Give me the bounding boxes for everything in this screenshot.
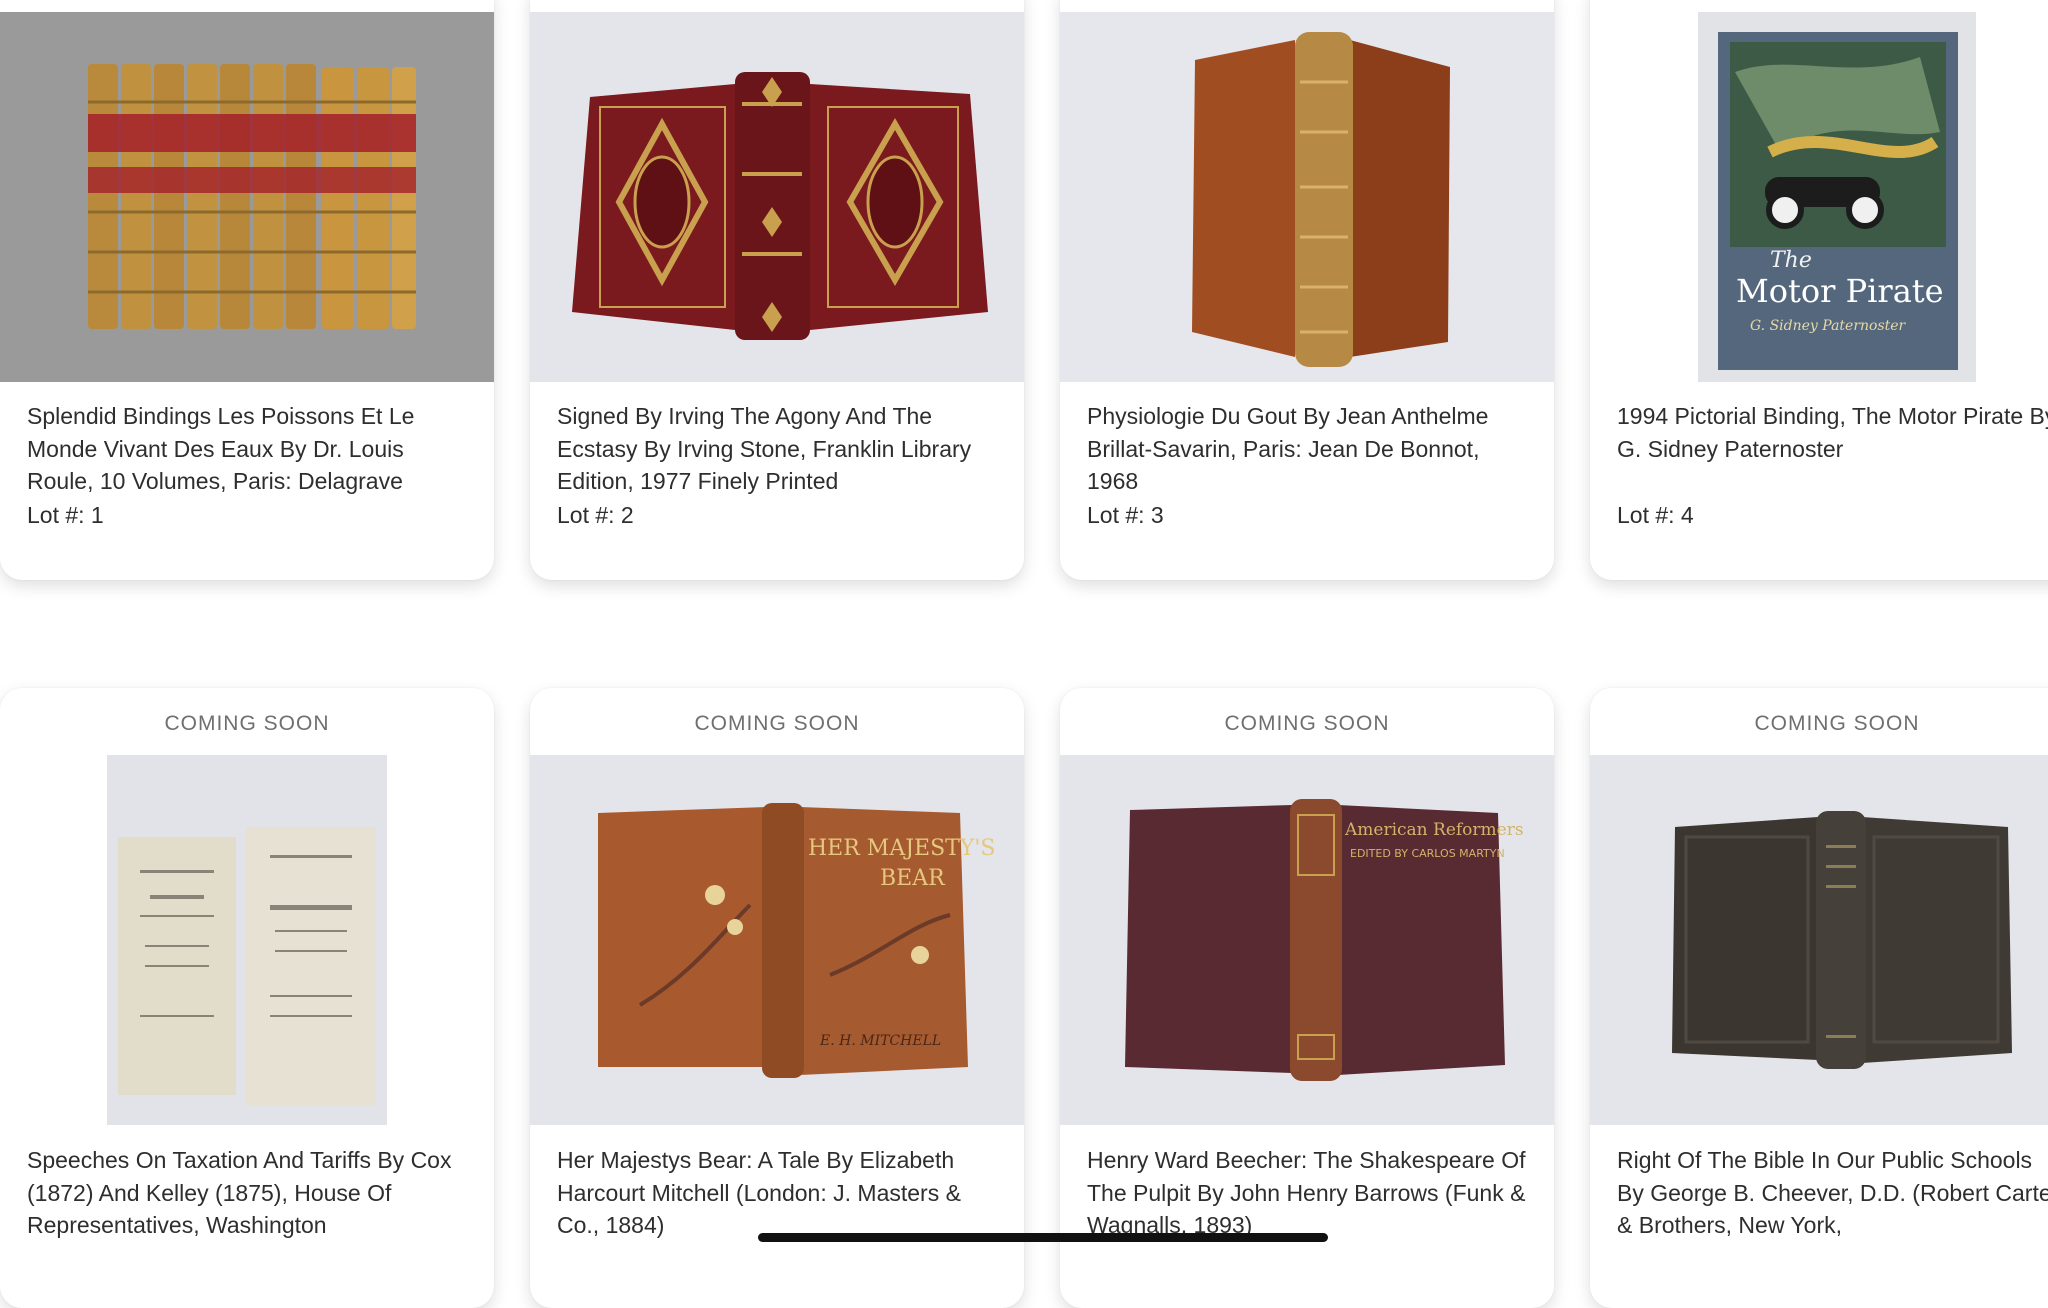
lot-image-1[interactable] bbox=[0, 12, 494, 382]
coming-soon-badge: COMING SOON bbox=[694, 712, 860, 735]
svg-text:American Reformers: American Reformers bbox=[1344, 820, 1524, 840]
lot-card-2[interactable]: Signed By Irving The Agony And The Ecsta… bbox=[530, 0, 1024, 580]
lot-title[interactable]: Physiologie Du Gout By Jean Anthelme Bri… bbox=[1087, 400, 1532, 498]
coming-soon-badge: COMING SOON bbox=[164, 712, 330, 735]
home-indicator[interactable] bbox=[758, 1233, 1328, 1242]
lot-title[interactable]: 1994 Pictorial Binding, The Motor Pirate… bbox=[1617, 400, 2048, 465]
lot-title[interactable]: Signed By Irving The Agony And The Ecsta… bbox=[557, 400, 1002, 498]
svg-text:G. Sidney Paternoster: G. Sidney Paternoster bbox=[1750, 318, 1907, 334]
lot-title[interactable]: Splendid Bindings Les Poissons Et Le Mon… bbox=[27, 400, 472, 498]
coming-soon-badge: COMING SOON bbox=[1224, 712, 1390, 735]
upcoming-card-4[interactable]: COMING SOON Right Of The Bible In Our Pu… bbox=[1590, 688, 2048, 1308]
lot-card-4[interactable]: The Motor Pirate G. Sidney Paternoster 1… bbox=[1590, 0, 2048, 580]
upcoming-image-1[interactable] bbox=[0, 755, 494, 1125]
svg-text:Motor Pirate: Motor Pirate bbox=[1736, 272, 1944, 310]
upcoming-title[interactable]: Right Of The Bible In Our Public Schools… bbox=[1617, 1144, 2048, 1242]
upcoming-image-3[interactable]: American Reformers EDITED BY CARLOS MART… bbox=[1060, 755, 1554, 1125]
lot-number: Lot #: 4 bbox=[1617, 502, 1694, 528]
upcoming-image-4[interactable] bbox=[1590, 755, 2048, 1125]
lot-card-3[interactable]: Physiologie Du Gout By Jean Anthelme Bri… bbox=[1060, 0, 1554, 580]
svg-text:BEAR: BEAR bbox=[880, 866, 946, 891]
svg-text:EDITED BY CARLOS MARTYN: EDITED BY CARLOS MARTYN bbox=[1350, 847, 1505, 860]
svg-text:E. H. MITCHELL: E. H. MITCHELL bbox=[819, 1033, 941, 1049]
lot-number: Lot #: 3 bbox=[1087, 502, 1164, 528]
upcoming-card-1[interactable]: COMING SOON Speeches On Taxation And Tar… bbox=[0, 688, 494, 1308]
lot-card-1[interactable]: Splendid Bindings Les Poissons Et Le Mon… bbox=[0, 0, 494, 580]
lot-image-4[interactable]: The Motor Pirate G. Sidney Paternoster bbox=[1590, 12, 2048, 382]
svg-text:HER MAJESTY'S: HER MAJESTY'S bbox=[808, 836, 995, 861]
upcoming-card-2[interactable]: COMING SOON HER MAJESTY'S BEAR E. H. MIT… bbox=[530, 688, 1024, 1308]
lot-image-3[interactable] bbox=[1060, 12, 1554, 382]
lot-number: Lot #: 2 bbox=[557, 502, 634, 528]
lot-image-2[interactable] bbox=[530, 12, 1024, 382]
upcoming-image-2[interactable]: HER MAJESTY'S BEAR E. H. MITCHELL bbox=[530, 755, 1024, 1125]
upcoming-card-3[interactable]: American Reformers EDITED BY CARLOS MART… bbox=[1060, 688, 1554, 1308]
svg-text:The: The bbox=[1770, 248, 1812, 273]
coming-soon-badge: COMING SOON bbox=[1754, 712, 1920, 735]
lot-number: Lot #: 1 bbox=[27, 502, 104, 528]
upcoming-title[interactable]: Her Majestys Bear: A Tale By Elizabeth H… bbox=[557, 1144, 1002, 1242]
upcoming-title[interactable]: Speeches On Taxation And Tariffs By Cox … bbox=[27, 1144, 472, 1242]
upcoming-title[interactable]: Henry Ward Beecher: The Shakespeare Of T… bbox=[1087, 1144, 1532, 1242]
